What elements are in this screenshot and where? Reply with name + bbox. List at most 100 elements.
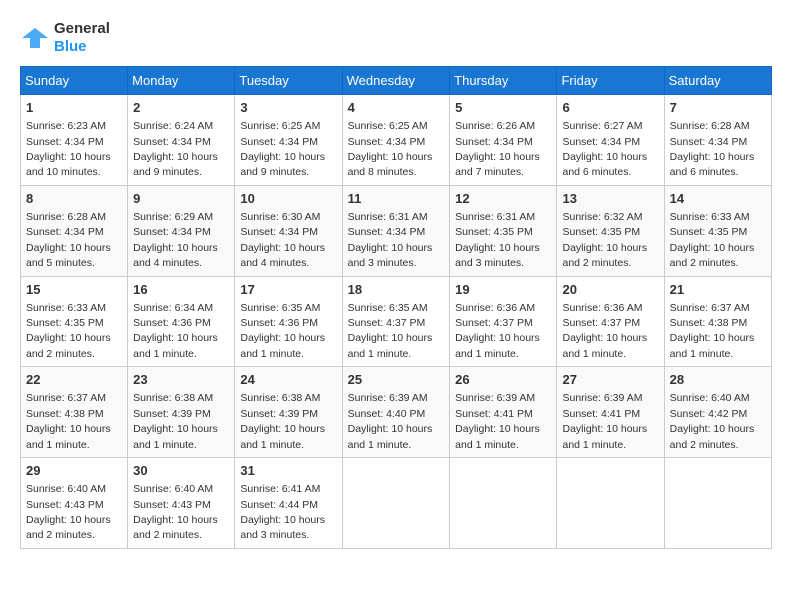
day-number: 18 [348,281,445,299]
day-info: Sunrise: 6:35 AMSunset: 4:37 PMDaylight:… [348,302,433,360]
day-number: 8 [26,190,122,208]
day-info: Sunrise: 6:28 AMSunset: 4:34 PMDaylight:… [670,120,755,178]
calendar-day-cell: 17 Sunrise: 6:35 AMSunset: 4:36 PMDaylig… [235,276,342,367]
day-of-week-header: Thursday [450,67,557,95]
day-number: 3 [240,99,336,117]
calendar-day-cell [664,458,771,549]
calendar-day-cell: 7 Sunrise: 6:28 AMSunset: 4:34 PMDayligh… [664,95,771,186]
calendar-day-cell: 10 Sunrise: 6:30 AMSunset: 4:34 PMDaylig… [235,185,342,276]
day-info: Sunrise: 6:25 AMSunset: 4:34 PMDaylight:… [348,120,433,178]
calendar-week-row: 29 Sunrise: 6:40 AMSunset: 4:43 PMDaylig… [21,458,772,549]
day-number: 22 [26,371,122,389]
calendar-day-cell: 11 Sunrise: 6:31 AMSunset: 4:34 PMDaylig… [342,185,450,276]
day-number: 11 [348,190,445,208]
day-number: 4 [348,99,445,117]
day-info: Sunrise: 6:40 AMSunset: 4:43 PMDaylight:… [26,483,111,541]
calendar-header-row: SundayMondayTuesdayWednesdayThursdayFrid… [21,67,772,95]
day-info: Sunrise: 6:31 AMSunset: 4:35 PMDaylight:… [455,211,540,269]
day-info: Sunrise: 6:36 AMSunset: 4:37 PMDaylight:… [562,302,647,360]
day-info: Sunrise: 6:24 AMSunset: 4:34 PMDaylight:… [133,120,218,178]
day-of-week-header: Saturday [664,67,771,95]
calendar-day-cell: 15 Sunrise: 6:33 AMSunset: 4:35 PMDaylig… [21,276,128,367]
day-number: 5 [455,99,551,117]
day-info: Sunrise: 6:32 AMSunset: 4:35 PMDaylight:… [562,211,647,269]
calendar-day-cell: 16 Sunrise: 6:34 AMSunset: 4:36 PMDaylig… [128,276,235,367]
day-info: Sunrise: 6:39 AMSunset: 4:40 PMDaylight:… [348,392,433,450]
day-info: Sunrise: 6:23 AMSunset: 4:34 PMDaylight:… [26,120,111,178]
calendar-week-row: 8 Sunrise: 6:28 AMSunset: 4:34 PMDayligh… [21,185,772,276]
day-info: Sunrise: 6:33 AMSunset: 4:35 PMDaylight:… [26,302,111,360]
calendar-day-cell: 20 Sunrise: 6:36 AMSunset: 4:37 PMDaylig… [557,276,664,367]
day-info: Sunrise: 6:38 AMSunset: 4:39 PMDaylight:… [133,392,218,450]
calendar-day-cell: 1 Sunrise: 6:23 AMSunset: 4:34 PMDayligh… [21,95,128,186]
calendar-day-cell: 9 Sunrise: 6:29 AMSunset: 4:34 PMDayligh… [128,185,235,276]
day-number: 28 [670,371,766,389]
calendar-week-row: 1 Sunrise: 6:23 AMSunset: 4:34 PMDayligh… [21,95,772,186]
calendar-day-cell [557,458,664,549]
day-number: 9 [133,190,229,208]
day-info: Sunrise: 6:29 AMSunset: 4:34 PMDaylight:… [133,211,218,269]
calendar-week-row: 15 Sunrise: 6:33 AMSunset: 4:35 PMDaylig… [21,276,772,367]
calendar-day-cell: 8 Sunrise: 6:28 AMSunset: 4:34 PMDayligh… [21,185,128,276]
calendar-day-cell: 29 Sunrise: 6:40 AMSunset: 4:43 PMDaylig… [21,458,128,549]
day-info: Sunrise: 6:25 AMSunset: 4:34 PMDaylight:… [240,120,325,178]
calendar-day-cell: 28 Sunrise: 6:40 AMSunset: 4:42 PMDaylig… [664,367,771,458]
day-info: Sunrise: 6:33 AMSunset: 4:35 PMDaylight:… [670,211,755,269]
day-number: 2 [133,99,229,117]
day-info: Sunrise: 6:40 AMSunset: 4:43 PMDaylight:… [133,483,218,541]
day-number: 13 [562,190,658,208]
day-info: Sunrise: 6:41 AMSunset: 4:44 PMDaylight:… [240,483,325,541]
day-number: 10 [240,190,336,208]
day-number: 6 [562,99,658,117]
day-number: 23 [133,371,229,389]
calendar-day-cell: 23 Sunrise: 6:38 AMSunset: 4:39 PMDaylig… [128,367,235,458]
day-number: 29 [26,462,122,480]
calendar-table: SundayMondayTuesdayWednesdayThursdayFrid… [20,66,772,549]
calendar-day-cell: 4 Sunrise: 6:25 AMSunset: 4:34 PMDayligh… [342,95,450,186]
calendar-day-cell: 14 Sunrise: 6:33 AMSunset: 4:35 PMDaylig… [664,185,771,276]
day-number: 14 [670,190,766,208]
calendar-day-cell: 19 Sunrise: 6:36 AMSunset: 4:37 PMDaylig… [450,276,557,367]
calendar-day-cell: 30 Sunrise: 6:40 AMSunset: 4:43 PMDaylig… [128,458,235,549]
day-of-week-header: Wednesday [342,67,450,95]
day-number: 30 [133,462,229,480]
day-info: Sunrise: 6:28 AMSunset: 4:34 PMDaylight:… [26,211,111,269]
day-number: 1 [26,99,122,117]
logo-blue-text: Blue [54,38,87,55]
day-number: 24 [240,371,336,389]
logo-bird-icon [20,23,50,53]
day-info: Sunrise: 6:37 AMSunset: 4:38 PMDaylight:… [670,302,755,360]
calendar-week-row: 22 Sunrise: 6:37 AMSunset: 4:38 PMDaylig… [21,367,772,458]
day-info: Sunrise: 6:27 AMSunset: 4:34 PMDaylight:… [562,120,647,178]
calendar-day-cell [450,458,557,549]
calendar-day-cell: 2 Sunrise: 6:24 AMSunset: 4:34 PMDayligh… [128,95,235,186]
day-info: Sunrise: 6:37 AMSunset: 4:38 PMDaylight:… [26,392,111,450]
calendar-day-cell: 5 Sunrise: 6:26 AMSunset: 4:34 PMDayligh… [450,95,557,186]
calendar-day-cell: 12 Sunrise: 6:31 AMSunset: 4:35 PMDaylig… [450,185,557,276]
day-info: Sunrise: 6:35 AMSunset: 4:36 PMDaylight:… [240,302,325,360]
calendar-day-cell: 13 Sunrise: 6:32 AMSunset: 4:35 PMDaylig… [557,185,664,276]
day-of-week-header: Monday [128,67,235,95]
day-number: 27 [562,371,658,389]
day-info: Sunrise: 6:31 AMSunset: 4:34 PMDaylight:… [348,211,433,269]
day-number: 21 [670,281,766,299]
day-number: 12 [455,190,551,208]
day-number: 15 [26,281,122,299]
day-info: Sunrise: 6:34 AMSunset: 4:36 PMDaylight:… [133,302,218,360]
calendar-day-cell: 21 Sunrise: 6:37 AMSunset: 4:38 PMDaylig… [664,276,771,367]
day-number: 16 [133,281,229,299]
calendar-day-cell: 3 Sunrise: 6:25 AMSunset: 4:34 PMDayligh… [235,95,342,186]
day-info: Sunrise: 6:38 AMSunset: 4:39 PMDaylight:… [240,392,325,450]
day-of-week-header: Sunday [21,67,128,95]
day-info: Sunrise: 6:39 AMSunset: 4:41 PMDaylight:… [455,392,540,450]
calendar-day-cell: 18 Sunrise: 6:35 AMSunset: 4:37 PMDaylig… [342,276,450,367]
day-number: 26 [455,371,551,389]
logo: General Blue [20,20,110,56]
page-header: General Blue [20,20,772,56]
day-number: 25 [348,371,445,389]
calendar-day-cell: 24 Sunrise: 6:38 AMSunset: 4:39 PMDaylig… [235,367,342,458]
day-number: 17 [240,281,336,299]
day-info: Sunrise: 6:36 AMSunset: 4:37 PMDaylight:… [455,302,540,360]
logo-general-text: General [54,20,110,37]
day-of-week-header: Friday [557,67,664,95]
